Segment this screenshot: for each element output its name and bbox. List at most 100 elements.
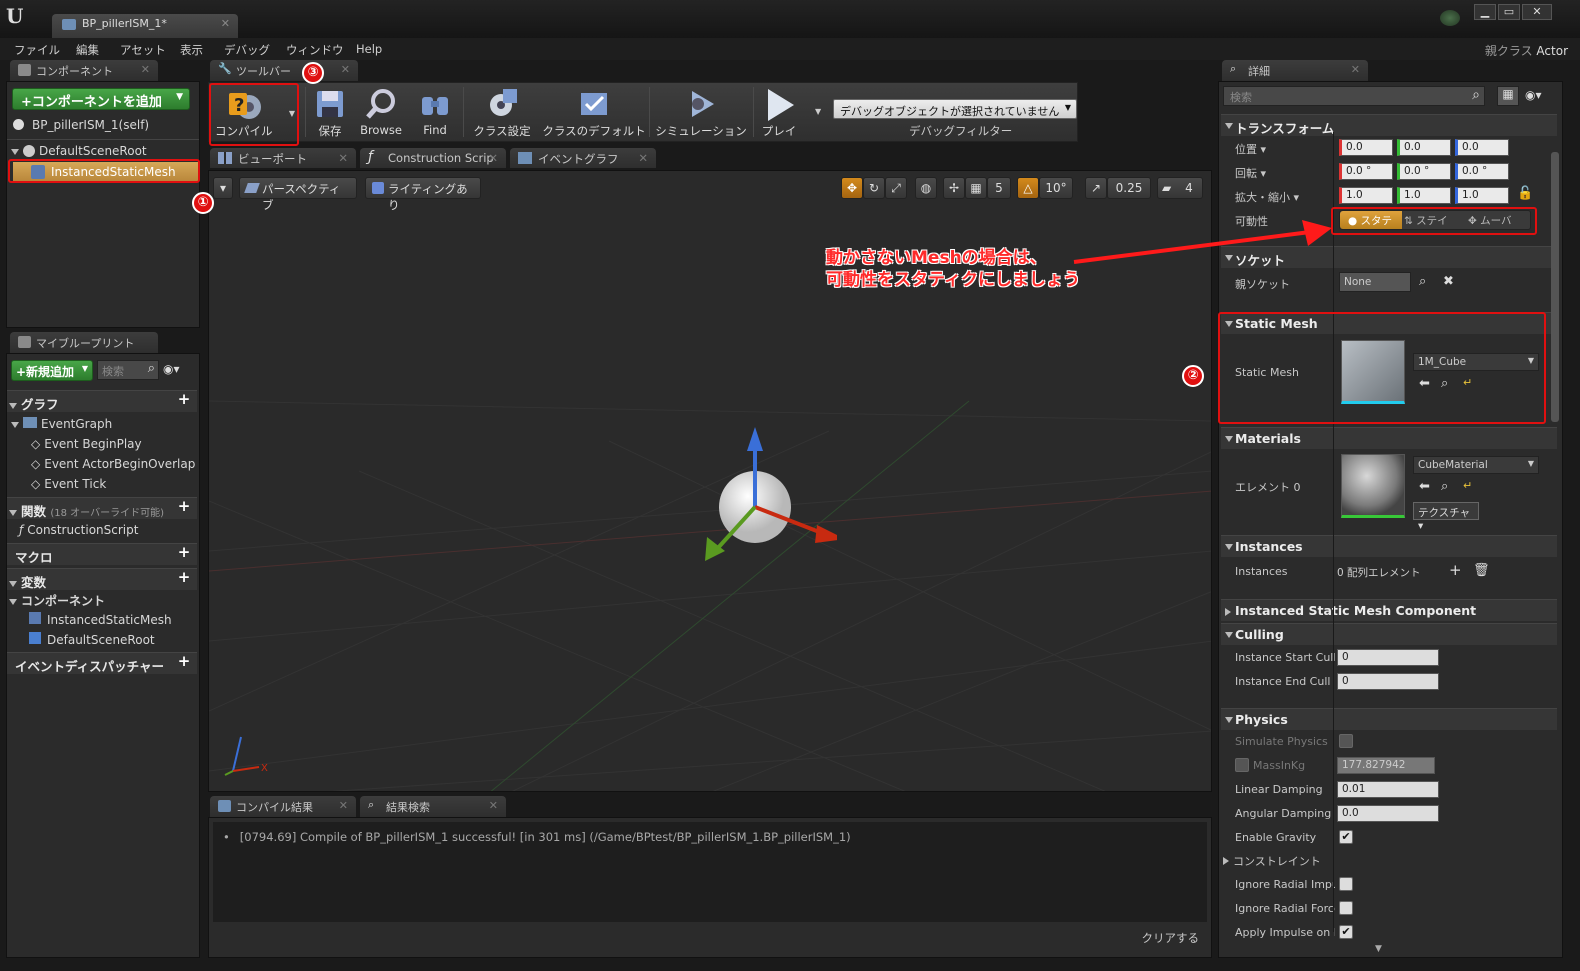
eye-icon[interactable]: ◉▾ — [1525, 88, 1542, 102]
search-icon[interactable]: ⌕ — [1419, 274, 1426, 289]
enable-gravity-checkbox[interactable]: ✔ — [1339, 830, 1353, 844]
menu-help[interactable]: Help — [356, 42, 382, 56]
scale-mode-icon[interactable]: ⤢ — [885, 177, 907, 199]
physics-section-header[interactable]: Physics — [1221, 708, 1557, 730]
ignore-radial-impulse-checkbox[interactable] — [1339, 877, 1353, 891]
class-defaults-button[interactable]: クラスのデフォルト — [541, 83, 647, 141]
document-tab[interactable]: BP_pillerISM_1* ✕ — [52, 14, 238, 38]
add-variable-icon[interactable]: + — [177, 570, 191, 585]
scale-x-field[interactable]: 1.0 — [1339, 187, 1393, 204]
add-macro-icon[interactable]: + — [177, 545, 191, 560]
tree-item-component[interactable]: InstancedStaticMesh — [29, 612, 172, 627]
details-scrollbar[interactable] — [1551, 152, 1559, 422]
rotation-x-field[interactable]: 0.0 ° — [1339, 163, 1393, 180]
macros-section-header[interactable]: マクロ + — [7, 543, 197, 565]
minimize-button[interactable]: ▁ — [1474, 4, 1496, 20]
search-input[interactable]: 検索 ⌕ — [97, 360, 159, 380]
location-z-field[interactable]: 0.0 — [1455, 139, 1509, 156]
material-dropdown[interactable]: CubeMaterial ▼ — [1413, 456, 1539, 474]
ismc-section-header[interactable]: Instanced Static Mesh Component — [1221, 599, 1557, 621]
texture-button[interactable]: テクスチャ ▾ — [1413, 502, 1479, 532]
tab-my-blueprint[interactable]: マイブループリント — [10, 332, 158, 353]
parent-class-value[interactable]: Actor — [1536, 44, 1568, 58]
tab-details[interactable]: ⌕ 詳細 ✕ — [1222, 60, 1368, 81]
close-tab-icon[interactable]: ✕ — [488, 151, 498, 165]
tree-item-default-scene-root[interactable]: DefaultSceneRoot — [11, 144, 147, 158]
save-button[interactable]: 保存 — [307, 83, 353, 141]
tree-item-event-graph[interactable]: EventGraph — [11, 417, 112, 431]
tab-find-results[interactable]: ⌕ 結果検索 ✕ — [360, 796, 506, 817]
grid-snap-value[interactable]: 5 — [987, 177, 1011, 199]
scroll-down-icon[interactable]: ▼ — [1375, 944, 1382, 954]
close-tab-icon[interactable]: ✕ — [338, 151, 348, 165]
translate-mode-icon[interactable]: ✥ — [841, 177, 863, 199]
clear-button[interactable]: クリアする — [1142, 930, 1200, 946]
tree-item-event[interactable]: ◇ Event BeginPlay — [31, 437, 142, 451]
location-x-field[interactable]: 0.0 — [1339, 139, 1393, 156]
tree-item-event[interactable]: ◇ Event ActorBeginOverlap — [31, 457, 195, 471]
menu-edit[interactable]: 編集 — [76, 42, 99, 58]
play-button[interactable]: プレイ — [755, 83, 803, 141]
culling-section-header[interactable]: Culling — [1221, 623, 1557, 645]
class-settings-button[interactable]: クラス設定 — [465, 83, 539, 141]
instances-section-header[interactable]: Instances — [1221, 535, 1557, 557]
new-add-button[interactable]: +新規追加 ▼ — [11, 360, 93, 381]
rotation-snap-value[interactable]: 10° — [1039, 177, 1073, 199]
tab-construction-script[interactable]: ƒ Construction Scrip ✕ — [360, 148, 506, 168]
details-search-input[interactable]: 検索 ⌕ — [1223, 86, 1485, 106]
tab-components[interactable]: コンポーネント ✕ — [10, 60, 158, 81]
close-tab-icon[interactable]: ✕ — [638, 151, 648, 165]
scale-snap-value[interactable]: 0.25 — [1107, 177, 1151, 199]
simulation-button[interactable]: シミュレーション — [651, 83, 751, 141]
cull-end-field[interactable]: 0 — [1337, 673, 1439, 690]
rotation-y-field[interactable]: 0.0 ° — [1397, 163, 1451, 180]
close-tab-icon[interactable]: ✕ — [221, 17, 230, 30]
close-tab-icon[interactable]: ✕ — [339, 799, 348, 812]
play-options-icon[interactable]: ▼ — [815, 107, 821, 116]
browse-icon[interactable]: ⌕ — [1441, 479, 1448, 494]
lock-icon[interactable]: 🔓 — [1517, 186, 1533, 201]
rotation-snap-icon[interactable]: △ — [1017, 177, 1039, 199]
trash-icon[interactable]: 🗑 — [1473, 563, 1490, 578]
transform-section-header[interactable]: トランスフォーム — [1221, 114, 1557, 136]
scale-y-field[interactable]: 1.0 — [1397, 187, 1451, 204]
location-label[interactable]: 位置 ▾ — [1235, 141, 1335, 157]
close-tab-icon[interactable]: ✕ — [341, 63, 350, 76]
scale-snap-icon[interactable]: ↗ — [1085, 177, 1107, 199]
variables-section-header[interactable]: 変数 + — [7, 568, 197, 590]
tree-item-component[interactable]: DefaultSceneRoot — [29, 632, 155, 647]
tab-viewport[interactable]: ビューポート ✕ — [210, 148, 356, 168]
add-element-icon[interactable]: + — [1449, 561, 1462, 579]
clear-icon[interactable]: ✖ — [1443, 274, 1454, 289]
materials-section-header[interactable]: Materials — [1221, 427, 1557, 449]
grid-snap-icon[interactable]: ▦ — [965, 177, 987, 199]
functions-section-header[interactable]: 関数 (18 オーバーライド可能) + — [7, 497, 197, 519]
parent-socket-field[interactable]: None — [1339, 272, 1411, 292]
surface-snap-icon[interactable]: ✢ — [943, 177, 965, 199]
material-thumbnail[interactable] — [1341, 454, 1405, 518]
close-tab-icon[interactable]: ✕ — [141, 63, 150, 76]
cull-start-field[interactable]: 0 — [1337, 649, 1439, 666]
menu-view[interactable]: 表示 — [180, 42, 203, 58]
close-tab-icon[interactable]: ✕ — [1351, 63, 1360, 76]
use-selected-icon[interactable]: ⬅ — [1419, 479, 1430, 494]
tree-item-event[interactable]: ◇ Event Tick — [31, 477, 106, 491]
menu-debug[interactable]: デバッグ — [224, 42, 270, 58]
simulate-physics-checkbox[interactable] — [1339, 734, 1353, 748]
location-y-field[interactable]: 0.0 — [1397, 139, 1451, 156]
source-control-icon[interactable] — [1440, 10, 1460, 26]
viewport-options-button[interactable]: ▾ — [213, 177, 233, 199]
menu-window[interactable]: ウィンドウ — [286, 42, 344, 58]
tab-toolbar[interactable]: 🔧 ツールバー ✕ — [210, 60, 358, 81]
tab-event-graph[interactable]: イベントグラフ ✕ — [510, 148, 656, 168]
menu-file[interactable]: ファイル — [14, 42, 60, 58]
debug-object-dropdown[interactable]: デバッグオブジェクトが選択されていません ▼ — [833, 99, 1077, 119]
scale-z-field[interactable]: 1.0 — [1455, 187, 1509, 204]
tab-compile-results[interactable]: コンパイル結果 ✕ — [210, 796, 356, 817]
transform-gizmo[interactable] — [677, 421, 837, 581]
menu-asset[interactable]: アセット — [120, 42, 166, 58]
dispatchers-section-header[interactable]: イベントディスパッチャー + — [7, 652, 197, 674]
add-component-button[interactable]: +コンポーネントを追加 ▼ — [12, 88, 190, 110]
apply-impulse-checkbox[interactable]: ✔ — [1339, 925, 1353, 939]
graph-section-header[interactable]: グラフ + — [7, 390, 197, 412]
